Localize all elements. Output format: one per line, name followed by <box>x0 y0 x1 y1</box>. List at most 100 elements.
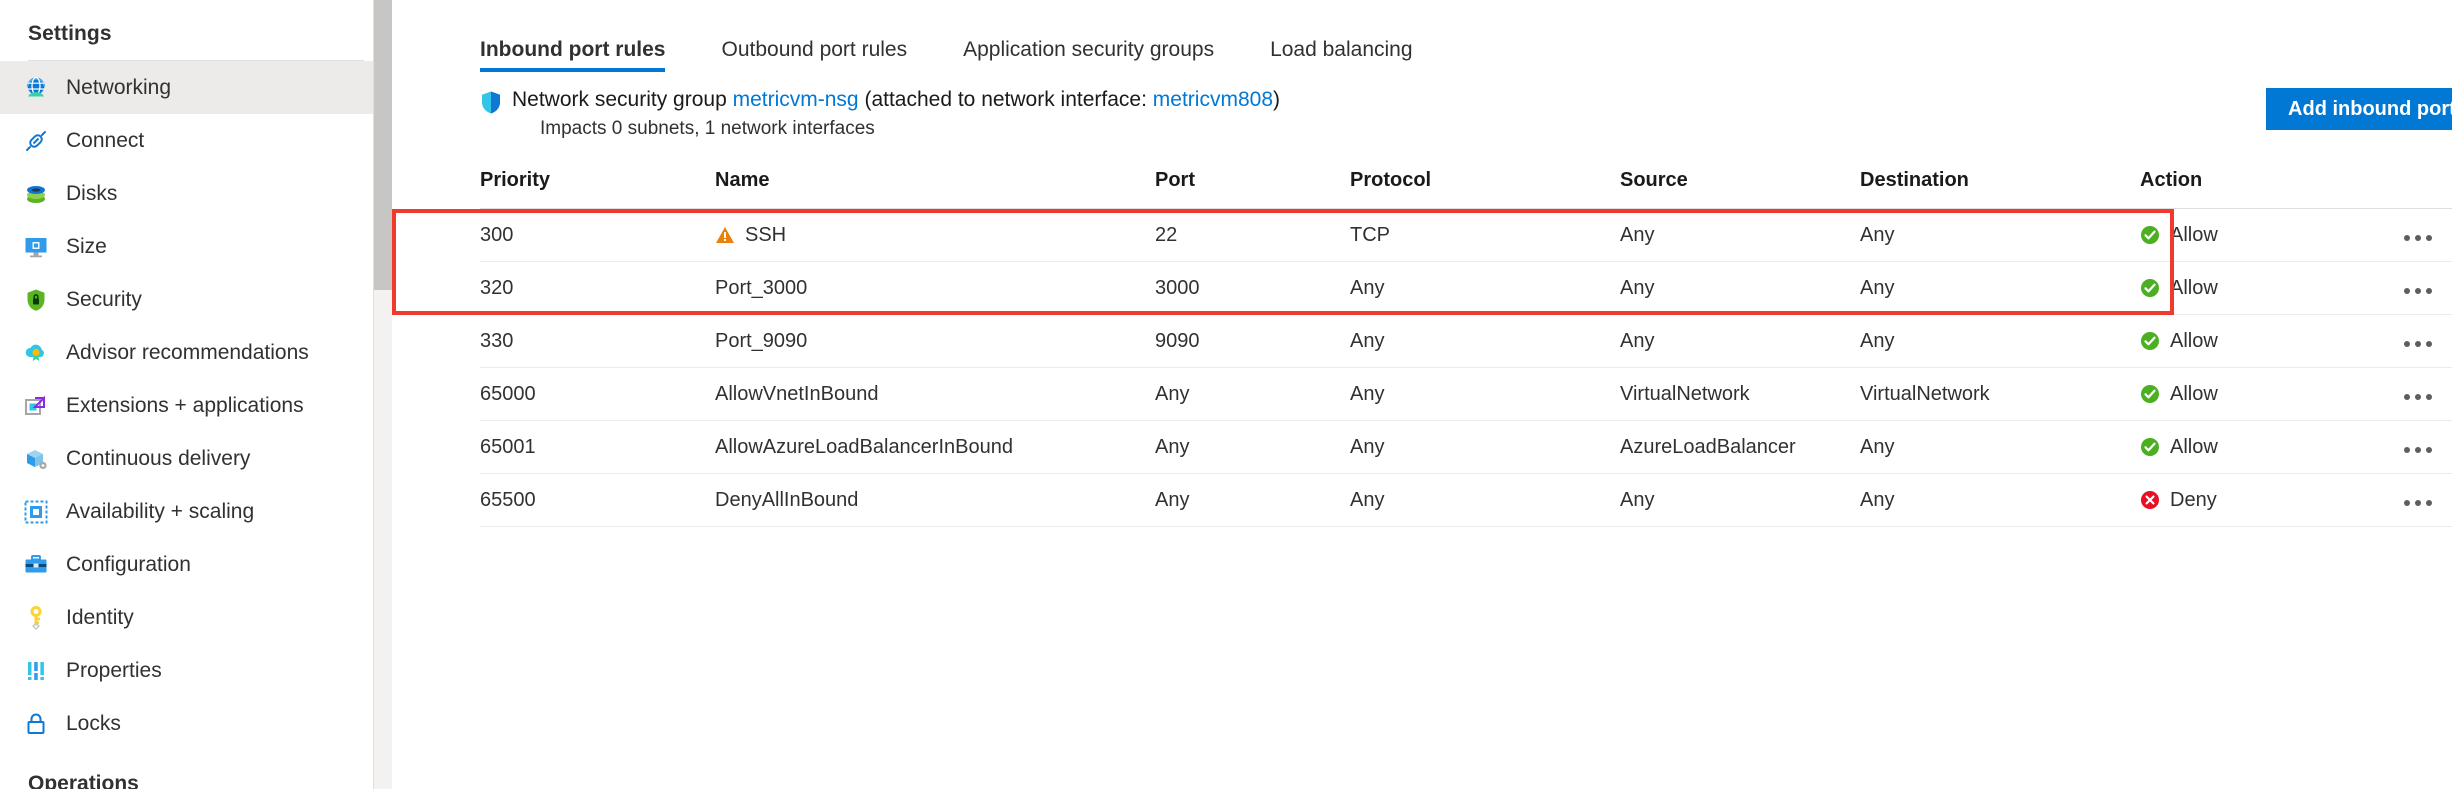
cell-protocol: TCP <box>1350 208 1620 263</box>
more-options-icon[interactable] <box>2400 335 2436 353</box>
action-label: Allow <box>2170 276 2218 299</box>
sidebar-item-label: Configuration <box>66 553 191 576</box>
cell-destination: VirtualNetwork <box>1860 367 2140 422</box>
sidebar-item-label: Advisor recommendations <box>66 341 309 364</box>
cell-port: 22 <box>1155 208 1350 263</box>
table-row[interactable]: 320 Port_3000 3000 Any Any Any Allow <box>480 261 2452 316</box>
azure-networking-page: Settings Networking Connect Disks Size S… <box>0 0 2452 789</box>
inbound-port-rules-table: Priority Name Port Protocol Source Desti… <box>480 169 2452 528</box>
sidebar-item-label: Properties <box>66 659 162 682</box>
sidebar-scrollbar-thumb[interactable] <box>374 0 392 290</box>
port-rules-tabs: Inbound port rules Outbound port rules A… <box>392 0 2452 78</box>
sidebar-item-disks[interactable]: Disks <box>0 167 392 220</box>
sidebar-item-continuous-delivery[interactable]: Continuous delivery <box>0 432 392 485</box>
configuration-icon <box>22 551 50 579</box>
column-header-name[interactable]: Name <box>715 169 1155 210</box>
sidebar-item-locks[interactable]: Locks <box>0 697 392 750</box>
cell-name: Port_9090 <box>715 314 1155 369</box>
networking-icon <box>22 74 50 102</box>
sidebar-item-size[interactable]: Size <box>0 220 392 273</box>
sidebar-scrollbar-track[interactable] <box>374 0 392 789</box>
cell-source: AzureLoadBalancer <box>1620 420 1860 475</box>
nsg-attached-prefix: (attached to network interface: <box>864 88 1147 111</box>
table-head: Priority Name Port Protocol Source Desti… <box>480 169 2452 210</box>
cell-name: Port_3000 <box>715 261 1155 316</box>
more-options-icon[interactable] <box>2400 229 2436 247</box>
sidebar-item-label: Identity <box>66 606 134 629</box>
nsg-name-link[interactable]: metricvm-nsg <box>733 88 859 111</box>
table-row[interactable]: 65000 AllowVnetInBound Any Any VirtualNe… <box>480 367 2452 422</box>
connect-icon <box>22 127 50 155</box>
sidebar-item-configuration[interactable]: Configuration <box>0 538 392 591</box>
column-header-protocol[interactable]: Protocol <box>1350 169 1620 210</box>
action-label: Allow <box>2170 435 2218 458</box>
allow-check-icon <box>2140 278 2160 298</box>
tab-inbound-port-rules[interactable]: Inbound port rules <box>480 38 693 78</box>
cell-menu <box>2400 473 2452 528</box>
cell-destination: Any <box>1860 261 2140 316</box>
cell-protocol: Any <box>1350 314 1620 369</box>
tab-outbound-port-rules[interactable]: Outbound port rules <box>721 38 935 78</box>
table-row[interactable]: 300 SSH 22 TCP Any Any Allow <box>480 208 2452 263</box>
sidebar-item-networking[interactable]: Networking <box>0 61 392 114</box>
column-header-priority[interactable]: Priority <box>480 169 715 210</box>
tab-label: Outbound port rules <box>721 38 908 61</box>
sidebar-item-properties[interactable]: Properties <box>0 644 392 697</box>
cell-protocol: Any <box>1350 420 1620 475</box>
cell-menu <box>2400 261 2452 316</box>
size-icon <box>22 233 50 261</box>
cell-port: Any <box>1155 367 1350 422</box>
cell-priority: 330 <box>480 314 715 369</box>
sidebar-item-security[interactable]: Security <box>0 273 392 326</box>
nsg-title-line: Network security group metricvm-nsg (att… <box>512 86 1280 115</box>
settings-sidebar: Settings Networking Connect Disks Size S… <box>0 0 392 789</box>
action-label: Allow <box>2170 329 2218 352</box>
tab-label: Load balancing <box>1270 38 1413 61</box>
nsg-impacts-text: Impacts 0 subnets, 1 network interfaces <box>540 117 875 139</box>
allow-check-icon <box>2140 437 2160 457</box>
sidebar-item-connect[interactable]: Connect <box>0 114 392 167</box>
sidebar-item-availability-scaling[interactable]: Availability + scaling <box>0 485 392 538</box>
cell-destination: Any <box>1860 420 2140 475</box>
network-interface-link[interactable]: metricvm808 <box>1153 88 1273 111</box>
sidebar-item-label: Extensions + applications <box>66 394 304 417</box>
cell-source: Any <box>1620 314 1860 369</box>
add-inbound-port-rule-button[interactable]: Add inbound port rule <box>2266 88 2452 130</box>
column-header-destination[interactable]: Destination <box>1860 169 2140 210</box>
sidebar-item-identity[interactable]: Identity <box>0 591 392 644</box>
allow-check-icon <box>2140 384 2160 404</box>
allow-check-icon <box>2140 331 2160 351</box>
more-options-icon[interactable] <box>2400 388 2436 406</box>
table-row[interactable]: 330 Port_9090 9090 Any Any Any Allow <box>480 314 2452 369</box>
tab-label: Inbound port rules <box>480 38 666 61</box>
sidebar-item-label: Disks <box>66 182 118 205</box>
cell-source: Any <box>1620 473 1860 528</box>
cell-priority: 65500 <box>480 473 715 528</box>
tab-load-balancing[interactable]: Load balancing <box>1270 38 1440 78</box>
sidebar-item-advisor-recommendations[interactable]: Advisor recommendations <box>0 326 392 379</box>
tab-application-security-groups[interactable]: Application security groups <box>963 38 1242 78</box>
cell-name: AllowVnetInBound <box>715 367 1155 422</box>
more-options-icon[interactable] <box>2400 441 2436 459</box>
cell-action: Allow <box>2140 314 2400 369</box>
cell-destination: Any <box>1860 473 2140 528</box>
sidebar-item-extensions-applications[interactable]: Extensions + applications <box>0 379 392 432</box>
cell-port: Any <box>1155 420 1350 475</box>
sidebar-item-label: Availability + scaling <box>66 500 255 523</box>
more-options-icon[interactable] <box>2400 494 2436 512</box>
table-row[interactable]: 65500 DenyAllInBound Any Any Any Any Den… <box>480 473 2452 528</box>
column-header-port[interactable]: Port <box>1155 169 1350 210</box>
nsg-info: Network security group metricvm-nsg (att… <box>480 86 1280 143</box>
deny-cross-icon <box>2140 490 2160 510</box>
identity-key-icon <box>22 604 50 632</box>
column-header-menu <box>2400 169 2452 210</box>
table-row[interactable]: 65001 AllowAzureLoadBalancerInBound Any … <box>480 420 2452 475</box>
column-header-source[interactable]: Source <box>1620 169 1860 210</box>
column-header-action[interactable]: Action <box>2140 169 2400 210</box>
action-label: Allow <box>2170 223 2218 246</box>
cell-source: VirtualNetwork <box>1620 367 1860 422</box>
more-options-icon[interactable] <box>2400 282 2436 300</box>
cell-menu <box>2400 314 2452 369</box>
table-body: 300 SSH 22 TCP Any Any Allow 320 Port_30… <box>480 208 2452 528</box>
sidebar-item-label: Continuous delivery <box>66 447 251 470</box>
